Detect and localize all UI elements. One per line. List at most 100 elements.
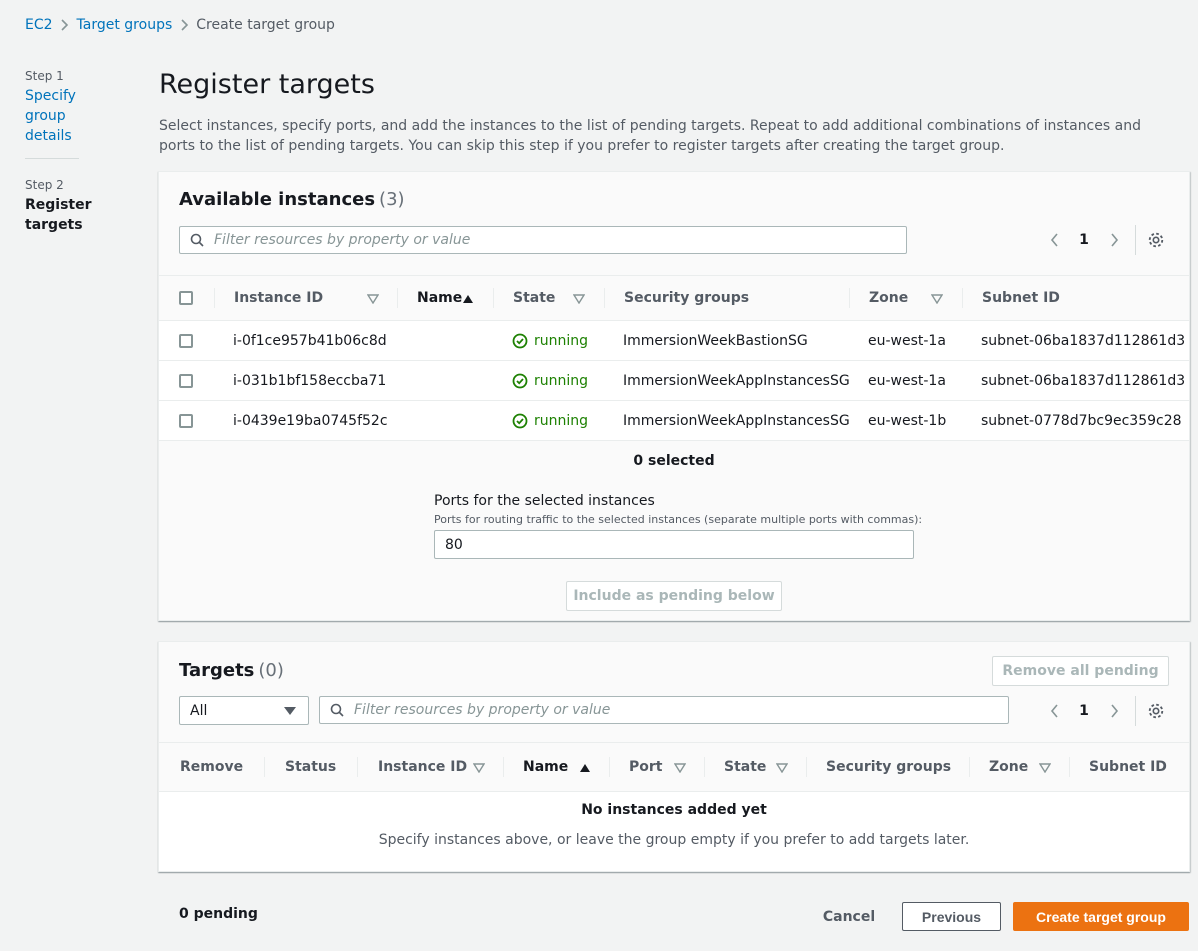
previous-button[interactable]: Previous [902,902,1001,931]
column-label: State [724,759,767,775]
ports-description: Ports for routing traffic to the selecte… [434,513,923,526]
row-checkbox[interactable] [179,414,193,428]
chevron-right-icon [172,19,196,31]
subnet-cell: subnet-06ba1837d112861d3 [981,333,1186,349]
column-label: Subnet ID [1089,759,1167,775]
previous-page-button[interactable] [1039,225,1069,255]
column-name[interactable]: Name [523,743,568,791]
pagination-divider [1135,225,1136,255]
empty-state-title: No instances added yet [581,802,767,818]
gear-icon [1148,703,1164,719]
caret-down-icon [284,706,296,715]
step-1-link[interactable]: Specify group details [25,86,85,146]
check-circle-icon [512,373,528,389]
column-security-groups[interactable]: Security groups [624,276,749,320]
step-2-label-line: targets [25,217,83,233]
row-checkbox[interactable] [179,374,193,388]
breadcrumb-ec2-link[interactable]: EC2 [25,17,53,33]
targets-table-header: Remove Status Instance ID Name Port Stat… [159,742,1189,792]
subnet-cell: subnet-06ba1837d112861d3 [981,373,1186,389]
instance-id-cell: i-0439e19ba0745f52c [233,413,388,429]
column-separator [357,757,358,777]
include-as-pending-button[interactable]: Include as pending below [566,581,782,611]
state-cell: running [512,401,588,441]
targets-title-text: Targets [179,660,255,681]
targets-pagination: 1 [1039,696,1166,726]
pagination-divider [1135,696,1136,726]
chevron-right-icon [1110,704,1118,718]
available-instances-title-text: Available instances [179,189,376,210]
column-zone[interactable]: Zone [869,276,908,320]
column-separator [1069,757,1070,777]
chevron-left-icon [1050,233,1058,247]
column-zone[interactable]: Zone [989,743,1028,791]
state-cell: running [512,361,588,401]
column-label: Security groups [826,759,952,775]
column-remove[interactable]: Remove [180,743,243,791]
pending-count: 0 pending [179,906,258,922]
checkbox[interactable] [179,291,193,305]
available-instances-count: (3) [379,189,405,210]
step-1-label-line: Specify [25,88,76,104]
check-circle-icon [512,333,528,349]
column-label: Zone [869,290,909,306]
step-1-label-line: group [25,108,66,124]
state-cell: running [512,321,588,361]
chevron-left-icon [1050,704,1058,718]
next-page-button[interactable] [1099,225,1129,255]
breadcrumb-target-groups-link[interactable]: Target groups [77,17,173,33]
column-label: Remove [180,759,244,775]
state-text: running [534,333,589,349]
selection-footer: 0 selected Ports for the selected instan… [159,441,1189,620]
empty-state-description: Specify instances above, or leave the gr… [378,832,970,848]
page-title: Register targets [159,69,375,100]
search-icon [330,703,344,717]
column-separator [397,288,398,308]
page-description: Select instances, specify ports, and add… [159,118,1141,154]
column-separator [704,757,705,777]
column-name[interactable]: Name [417,276,462,320]
column-state[interactable]: State [513,276,555,320]
create-target-group-button[interactable]: Create target group [1013,902,1189,931]
cancel-button[interactable]: Cancel [812,902,886,931]
select-all-checkbox[interactable] [179,276,193,320]
next-page-button[interactable] [1099,696,1129,726]
instance-id-cell: i-0f1ce957b41b06c8d [233,333,387,349]
available-filter [179,226,907,254]
column-separator [806,757,807,777]
column-separator [962,288,963,308]
gear-icon [1148,232,1164,248]
available-table-header: Instance ID Name State Security groups Z… [159,275,1189,321]
ports-input[interactable] [434,530,914,559]
available-filter-input[interactable] [214,232,859,248]
previous-page-button[interactable] [1039,696,1069,726]
table-row[interactable]: i-031b1bf158eccba71 running ImmersionWee… [159,361,1189,401]
targets-filter-input[interactable] [354,702,965,718]
page-number[interactable]: 1 [1069,232,1099,248]
preferences-button[interactable] [1146,230,1166,250]
column-instance-id[interactable]: Instance ID [234,276,323,320]
column-label: Security groups [624,290,750,306]
column-port[interactable]: Port [629,743,662,791]
ports-label: Ports for the selected instances [434,493,655,509]
breadcrumb-current: Create target group [196,17,335,33]
column-security-groups[interactable]: Security groups [826,743,951,791]
search-icon [190,233,204,247]
column-separator [214,288,215,308]
table-row[interactable]: i-0f1ce957b41b06c8d running ImmersionWee… [159,321,1189,361]
column-instance-id[interactable]: Instance ID [378,743,467,791]
column-subnet-id[interactable]: Subnet ID [1089,743,1167,791]
status-filter-select[interactable]: All [179,696,309,725]
breadcrumb: EC2 Target groups Create target group [25,15,335,35]
table-row[interactable]: i-0439e19ba0745f52c running ImmersionWee… [159,401,1189,441]
column-subnet-id[interactable]: Subnet ID [982,276,1060,320]
column-status[interactable]: Status [285,743,336,791]
remove-all-pending-button[interactable]: Remove all pending [992,656,1169,686]
column-state[interactable]: State [724,743,766,791]
row-checkbox[interactable] [179,334,193,348]
instance-id-cell: i-031b1bf158eccba71 [233,373,387,389]
status-filter-value: All [190,702,208,719]
page-number[interactable]: 1 [1069,703,1099,719]
preferences-button[interactable] [1146,701,1166,721]
step-1-label-line: details [25,128,72,144]
